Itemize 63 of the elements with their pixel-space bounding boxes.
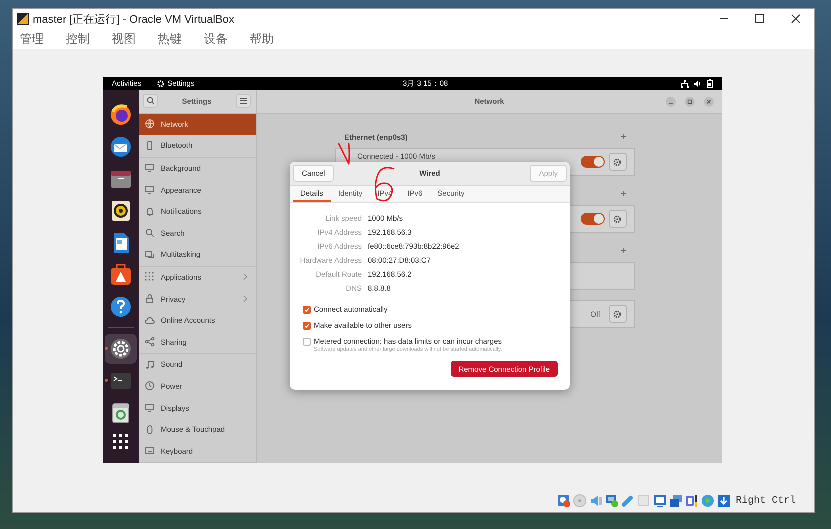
- window-title: master [正在运行] - Oracle VM VirtualBox: [33, 12, 235, 26]
- menu-item[interactable]: 控制: [66, 30, 90, 48]
- app-icon: [17, 13, 29, 25]
- mouse-icon: [145, 424, 155, 435]
- settings-button[interactable]: [608, 305, 626, 323]
- gear-icon: [613, 310, 622, 318]
- monitor-icon: [145, 185, 155, 196]
- monitor-icon: [145, 403, 155, 414]
- close-button[interactable]: [704, 96, 714, 106]
- gear-icon: [613, 214, 622, 224]
- grid-icon: [145, 272, 155, 282]
- windows-icon[interactable]: [668, 494, 683, 508]
- search-icon: [145, 228, 155, 238]
- menu-item[interactable]: 热键: [158, 30, 182, 48]
- menu-item[interactable]: 管理: [20, 30, 44, 48]
- help-icon[interactable]: [110, 296, 132, 318]
- folder-icon[interactable]: [110, 168, 132, 190]
- download-icon[interactable]: [716, 494, 731, 508]
- music-note-icon: [145, 360, 155, 370]
- search-icon: [146, 97, 154, 106]
- close-icon[interactable]: [791, 14, 801, 24]
- maximize-button[interactable]: [685, 96, 695, 106]
- app-grid-icon[interactable]: [113, 434, 129, 450]
- settings-button[interactable]: [608, 153, 626, 171]
- phone-icon: [145, 140, 155, 151]
- gear-icon: [613, 158, 622, 166]
- usb-icon[interactable]: [620, 494, 635, 508]
- keyboard-icon: [145, 446, 155, 456]
- gear-icon: [156, 80, 165, 88]
- globe-icon: [145, 119, 155, 130]
- network-icon[interactable]: [681, 80, 689, 88]
- cloud-icon: [145, 316, 155, 326]
- settings-button[interactable]: [608, 210, 626, 228]
- menu-item[interactable]: 帮助: [250, 30, 274, 48]
- checkbox[interactable]: [303, 322, 311, 330]
- windows-icon: [145, 250, 155, 260]
- host-key-label: Right Ctrl: [736, 496, 796, 506]
- toggle-switch[interactable]: [580, 213, 604, 225]
- lock-icon: [145, 294, 155, 304]
- share-icon: [145, 337, 155, 348]
- bell-icon: [145, 206, 155, 217]
- checkbox[interactable]: [303, 338, 311, 346]
- mail-icon[interactable]: [110, 136, 132, 158]
- minimize-button[interactable]: [666, 96, 676, 106]
- maximize-icon[interactable]: [755, 14, 765, 24]
- browser-icon[interactable]: [110, 104, 132, 126]
- search-button[interactable]: [143, 94, 158, 108]
- power-icon: [145, 381, 155, 392]
- store-icon[interactable]: [110, 264, 132, 286]
- toggle-switch[interactable]: [580, 156, 604, 168]
- display-icon[interactable]: [652, 494, 667, 508]
- terminal-icon[interactable]: [110, 370, 132, 392]
- trash-icon[interactable]: [110, 402, 132, 424]
- menu-item[interactable]: 视图: [112, 30, 136, 48]
- checkbox[interactable]: [303, 306, 311, 314]
- settings-icon[interactable]: [110, 338, 132, 360]
- menu-icon: [240, 98, 247, 104]
- menu-button[interactable]: [236, 94, 251, 108]
- battery-icon[interactable]: [707, 79, 713, 88]
- volume-icon[interactable]: [694, 80, 702, 88]
- speaker-icon[interactable]: [110, 200, 132, 222]
- monitor-icon: [145, 163, 155, 174]
- menu-item[interactable]: 设备: [204, 30, 228, 48]
